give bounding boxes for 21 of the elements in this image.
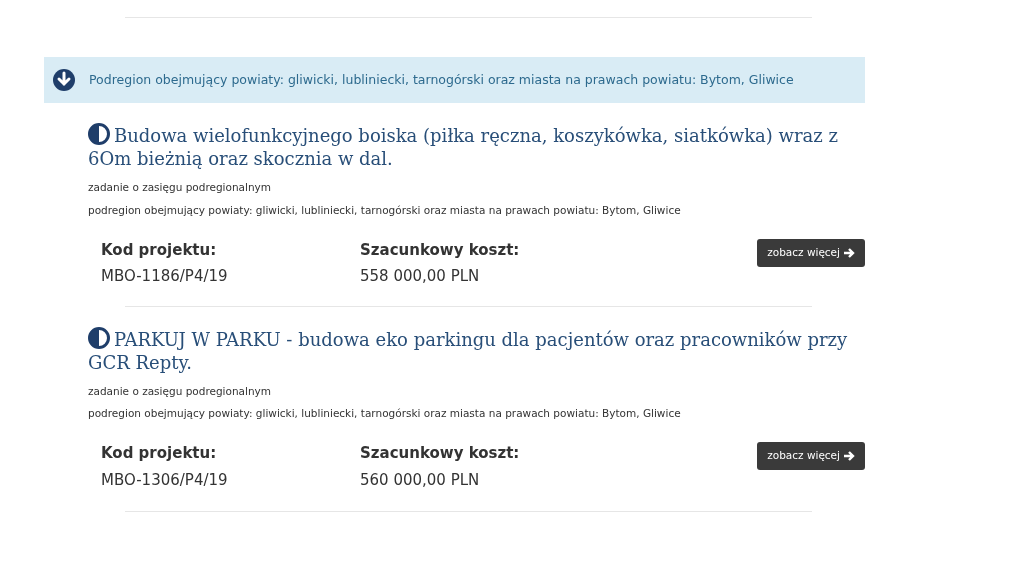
region-text: podregion obejmujący powiaty: gliwicki, lubliniecki, tarnogórski oraz miasta na prawach powiatu: Bytom, Gliwice — [88, 406, 682, 422]
label: Kod projektu: — [101, 443, 218, 464]
half-circle-icon — [88, 123, 110, 145]
project-code: MBO-1306/P4/19 — [101, 469, 229, 491]
half-circle-icon — [88, 326, 110, 349]
banner-text: Podregion obejmujący powiaty: gliwicki, lubliniecki, tarnogórski oraz miasta na prawach powiatu: Bytom, Gliwice — [89, 70, 794, 89]
project-title: PARKUJ W PARKU - budowa eko parkingu dla pacjentów oraz pracowników przy GCR Repty. — [88, 326, 849, 374]
more-button[interactable]: zobacz więcej — [757, 442, 865, 470]
right-arrow-icon — [844, 451, 855, 461]
more-button[interactable]: zobacz więcej — [757, 238, 865, 267]
region-text: podregion obejmujący powiaty: gliwicki, lubliniecki, tarnogórski oraz miasta na prawach powiatu: Bytom, Gliwice — [88, 202, 682, 218]
project-code: MBO-1186/P4/19 — [101, 266, 229, 287]
label: Kod projektu: — [101, 239, 218, 261]
project-cost: 558 000,00 PLN — [360, 266, 481, 287]
project-title: Budowa wielofunkcyjnego boiska (piłka ręczna, koszykówka, siatkówka) wraz z 6Om bieżnią oraz skocznia w dal. — [88, 123, 839, 170]
right-arrow-icon — [844, 247, 855, 258]
scope-text: zadanie o zasięgu podregionalnym — [88, 383, 273, 399]
label: Szacunkowy koszt: — [360, 239, 521, 261]
scope-text: zadanie o zasięgu podregionalnym — [88, 180, 273, 195]
project-cost: 560 000,00 PLN — [360, 469, 481, 491]
label: Szacunkowy koszt: — [360, 443, 521, 464]
